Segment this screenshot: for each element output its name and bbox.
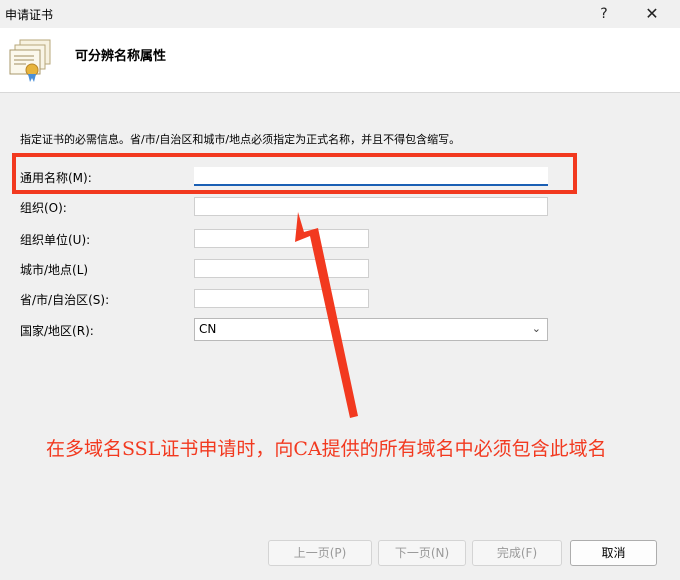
cancel-button[interactable]: 取消	[570, 540, 657, 566]
back-button[interactable]: 上一页(P)	[268, 540, 372, 566]
finish-button[interactable]: 完成(F)	[472, 540, 562, 566]
annotation-arrow	[295, 212, 358, 418]
annotation-text: 在多域名SSL证书申请时，向CA提供的所有域名中必须包含此域名	[46, 438, 607, 460]
next-button[interactable]: 下一页(N)	[378, 540, 466, 566]
